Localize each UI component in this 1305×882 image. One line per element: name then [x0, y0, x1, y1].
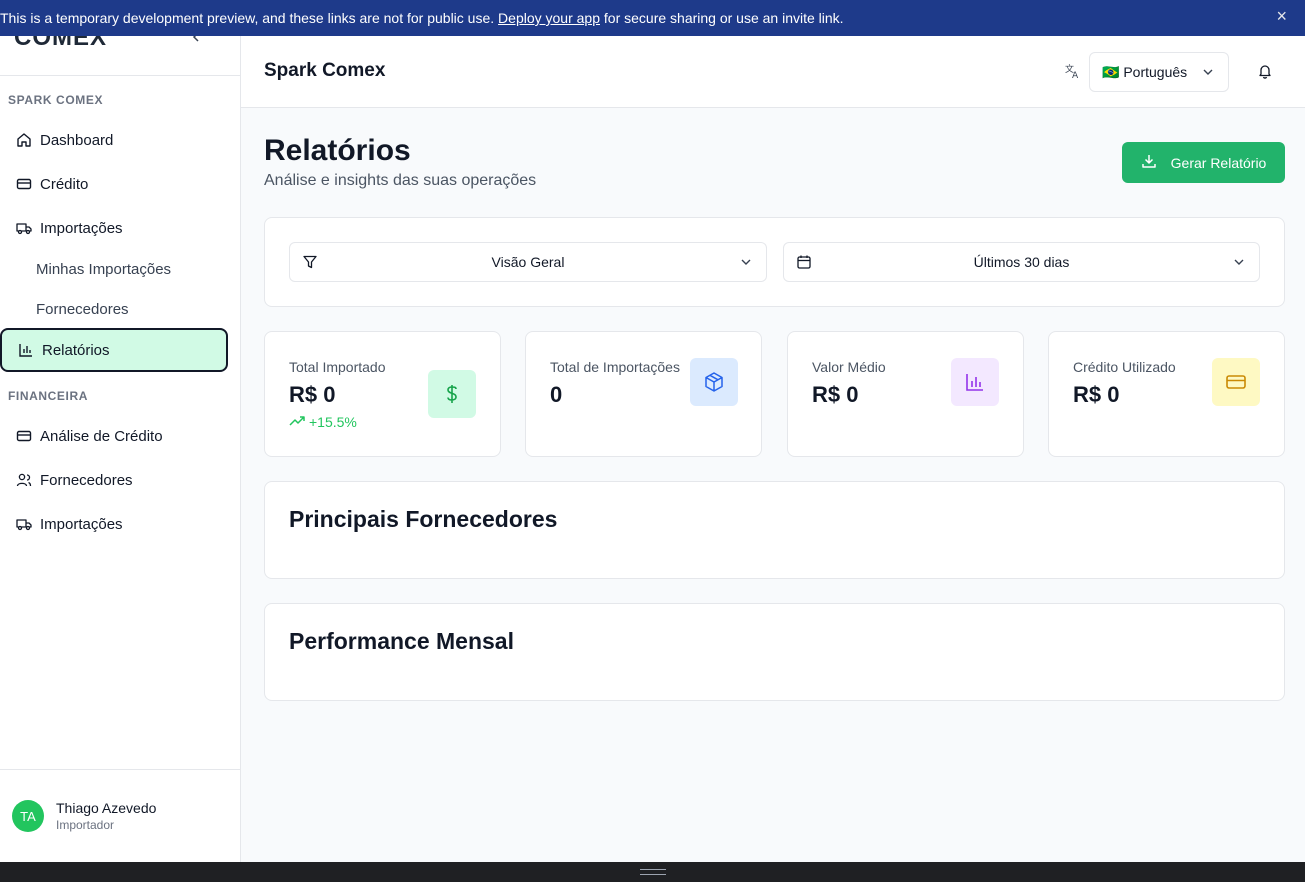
- stat-trend-value: +15.5%: [309, 414, 357, 430]
- sidebar-item-label: Importações: [40, 219, 123, 237]
- sidebar-subitem-minhas-importacoes[interactable]: Minhas Importações: [36, 258, 171, 282]
- sidebar-item-dashboard[interactable]: Dashboard: [0, 118, 228, 162]
- credit-card-icon: [16, 428, 32, 444]
- stat-card-credito-utilizado: Crédito Utilizado R$ 0: [1048, 331, 1285, 457]
- filters-panel: Visão Geral Últimos 30 dias: [264, 217, 1285, 307]
- credit-card-icon: [1212, 358, 1260, 406]
- main-content: Relatórios Análise e insights das suas o…: [241, 108, 1305, 862]
- user-name: Thiago Azevedo: [56, 800, 157, 816]
- period-select[interactable]: Últimos 30 dias: [783, 242, 1260, 282]
- generate-report-button[interactable]: Gerar Relatório: [1122, 142, 1285, 183]
- stat-value: R$ 0: [289, 382, 336, 407]
- sidebar-item-label: Análise de Crédito: [40, 427, 163, 445]
- trending-up-icon: [289, 414, 305, 430]
- user-role: Importador: [56, 818, 115, 832]
- sidebar-subitem-fornecedores[interactable]: Fornecedores: [36, 298, 129, 322]
- stat-label: Total Importado: [289, 359, 386, 375]
- stat-value: 0: [550, 382, 563, 407]
- svg-text:A: A: [1072, 71, 1079, 79]
- banner-text: This is a temporary development preview,…: [0, 10, 844, 26]
- bar-chart-icon: [951, 358, 999, 406]
- logo[interactable]: COMEX: [14, 36, 107, 52]
- deploy-app-link[interactable]: Deploy your app: [498, 10, 600, 26]
- section-label-spark-comex: SPARK COMEX: [8, 93, 104, 107]
- chevron-down-icon: [1202, 65, 1214, 81]
- translate-icon: 文A: [1065, 63, 1081, 83]
- sidebar-item-importacoes-financeira[interactable]: Importações: [0, 502, 228, 546]
- stat-trend: +15.5%: [289, 414, 357, 430]
- sidebar-item-relatorios[interactable]: Relatórios: [0, 328, 228, 372]
- stat-value: R$ 0: [1073, 382, 1120, 407]
- sidebar: COMEX SPARK COMEX Dashboard Crédito Impo…: [0, 36, 241, 862]
- language-select-value: 🇧🇷 Português: [1102, 63, 1188, 80]
- sidebar-item-label: Crédito: [40, 175, 89, 193]
- view-select[interactable]: Visão Geral: [289, 242, 767, 282]
- sidebar-item-label: Fornecedores: [40, 471, 133, 489]
- logo-area: COMEX: [0, 36, 240, 76]
- view-select-value: Visão Geral: [491, 254, 565, 270]
- chevron-down-icon: [740, 255, 752, 271]
- drag-handle-icon[interactable]: [639, 869, 666, 875]
- credit-card-icon: [16, 176, 32, 192]
- truck-icon: [16, 220, 32, 236]
- stat-card-total-importacoes: Total de Importações 0: [525, 331, 762, 457]
- section-title: Performance Mensal: [289, 628, 514, 654]
- stat-label: Valor Médio: [812, 359, 886, 375]
- stat-label: Crédito Utilizado: [1073, 359, 1176, 375]
- top-suppliers-section: Principais Fornecedores: [264, 481, 1285, 579]
- page-subtitle: Análise e insights das suas operações: [264, 172, 537, 189]
- stat-card-valor-medio: Valor Médio R$ 0: [787, 331, 1024, 457]
- monthly-performance-section: Performance Mensal: [264, 603, 1285, 701]
- stat-value: R$ 0: [812, 382, 859, 407]
- sidebar-item-label: Relatórios: [42, 341, 110, 359]
- language-select[interactable]: 🇧🇷 Português: [1089, 52, 1229, 92]
- generate-report-label: Gerar Relatório: [1170, 154, 1267, 171]
- download-icon: [1141, 153, 1157, 172]
- users-icon: [16, 472, 32, 488]
- period-select-value: Últimos 30 dias: [973, 254, 1070, 270]
- resize-handle-bar[interactable]: [0, 862, 1305, 882]
- banner-close-icon[interactable]: ×: [1276, 6, 1287, 27]
- collapse-sidebar-icon[interactable]: [190, 36, 202, 48]
- sidebar-item-fornecedores[interactable]: Fornecedores: [0, 458, 228, 502]
- sidebar-item-label: Importações: [40, 515, 123, 533]
- sidebar-item-credito[interactable]: Crédito: [0, 162, 228, 206]
- section-label-financeira: FINANCEIRA: [8, 389, 88, 403]
- sidebar-item-importacoes[interactable]: Importações: [0, 206, 228, 250]
- section-title: Principais Fornecedores: [289, 506, 558, 532]
- sidebar-item-label: Dashboard: [40, 131, 114, 149]
- bar-chart-icon: [18, 342, 34, 358]
- top-header: Spark Comex 文A 🇧🇷 Português: [241, 36, 1305, 108]
- stat-card-total-importado: Total Importado R$ 0 +15.5%: [264, 331, 501, 457]
- page-title: Relatórios: [264, 134, 411, 167]
- home-icon: [16, 132, 32, 148]
- truck-icon: [16, 516, 32, 532]
- avatar: TA: [12, 800, 44, 832]
- dollar-icon: [428, 370, 476, 418]
- sidebar-item-analise-credito[interactable]: Análise de Crédito: [0, 414, 228, 458]
- bell-icon[interactable]: [1257, 63, 1273, 84]
- preview-banner: This is a temporary development preview,…: [0, 0, 1305, 36]
- package-icon: [690, 358, 738, 406]
- stat-label: Total de Importações: [550, 359, 680, 375]
- chevron-down-icon: [1233, 255, 1245, 271]
- header-title: Spark Comex: [264, 60, 386, 81]
- user-profile[interactable]: TA Thiago Azevedo Importador: [0, 769, 240, 862]
